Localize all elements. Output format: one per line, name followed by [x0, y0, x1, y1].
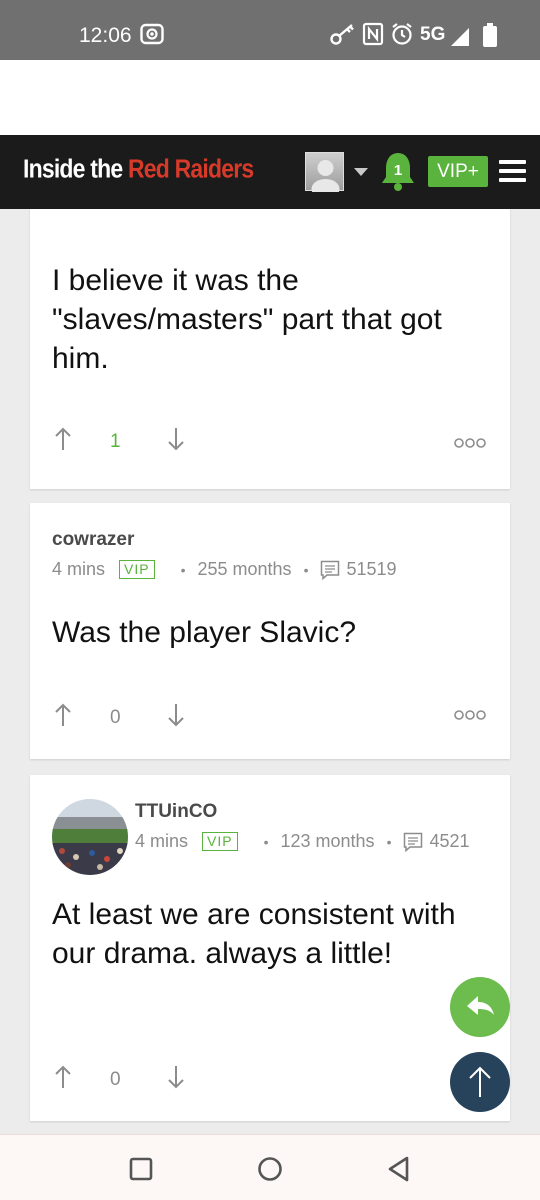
android-nav-bar — [0, 1134, 540, 1200]
browser-toolbar-area — [0, 60, 540, 135]
more-options-icon[interactable] — [454, 437, 486, 449]
notifications-bell-icon[interactable]: 1 — [380, 150, 416, 192]
notification-count: 1 — [394, 162, 402, 179]
alarm-icon — [392, 23, 412, 45]
brand-prefix: Inside the — [23, 154, 128, 184]
comment-text: I believe it was the "slaves/masters" pa… — [52, 264, 442, 375]
comment-card: cowrazer 4 mins VIP • 255 months • 51519… — [30, 503, 510, 759]
message-count-icon — [321, 560, 340, 580]
network-type: 5G — [420, 24, 446, 45]
message-count-icon — [404, 832, 423, 852]
comment-time: 4 mins — [135, 831, 189, 851]
comment-username[interactable]: cowrazer — [52, 529, 134, 551]
stadium-photo-avatar — [52, 799, 128, 875]
comment-text: Was the player Slavic? — [52, 616, 357, 649]
comment-username[interactable]: TTUinCO — [135, 801, 217, 823]
membership-duration: 123 months — [280, 831, 375, 851]
arrow-up-icon — [469, 1066, 491, 1097]
vip-badge: VIP — [202, 832, 238, 851]
comment-time: 4 mins — [52, 559, 106, 579]
menu-icon[interactable] — [499, 160, 526, 184]
chevron-down-icon[interactable] — [354, 168, 368, 176]
account-avatar[interactable] — [305, 152, 344, 199]
upvote-icon[interactable] — [54, 1065, 72, 1089]
status-time: 12:06 — [79, 24, 132, 47]
key-icon — [330, 24, 354, 45]
post-count: 51519 — [346, 559, 397, 579]
vote-count: 1 — [110, 431, 121, 452]
reply-button[interactable] — [450, 977, 510, 1037]
reply-icon — [467, 996, 494, 1015]
upvote-icon[interactable] — [54, 427, 72, 451]
scroll-to-top-button[interactable] — [450, 1052, 510, 1112]
downvote-icon[interactable] — [167, 1065, 185, 1089]
vip-badge: VIP — [119, 560, 155, 579]
user-placeholder-icon — [311, 160, 340, 199]
recents-button[interactable] — [127, 1155, 155, 1183]
signal-icon — [451, 28, 469, 46]
membership-duration: 255 months — [197, 559, 292, 579]
vip-plus-button[interactable]: VIP+ — [428, 156, 488, 187]
downvote-icon[interactable] — [167, 703, 185, 727]
comment-text: At least we are consistent with our dram… — [52, 898, 456, 970]
battery-icon — [483, 23, 497, 47]
post-count: 4521 — [429, 831, 470, 851]
nfc-icon — [362, 22, 384, 46]
more-options-icon[interactable] — [454, 709, 486, 721]
back-button[interactable] — [385, 1155, 413, 1183]
comment-card: I believe it was the "slaves/masters" pa… — [30, 209, 510, 489]
comment-meta: 4 mins VIP • 255 months • 51519 — [52, 559, 397, 580]
vote-count: 0 — [110, 707, 121, 728]
upvote-icon[interactable] — [54, 703, 72, 727]
home-button[interactable] — [256, 1155, 284, 1183]
user-avatar[interactable] — [52, 799, 128, 875]
vote-count: 0 — [110, 1069, 121, 1090]
site-logo[interactable]: Inside the Red Raiders — [23, 154, 254, 184]
brand-highlight: Red Raiders — [127, 154, 254, 184]
screen-record-icon — [140, 23, 164, 45]
status-bar: 12:06 5G — [0, 0, 540, 60]
downvote-icon[interactable] — [167, 427, 185, 451]
comment-meta: 4 mins VIP • 123 months • 4521 — [135, 831, 470, 852]
comment-card: TTUinCO 4 mins VIP • 123 months • 4521 A… — [30, 775, 510, 1121]
